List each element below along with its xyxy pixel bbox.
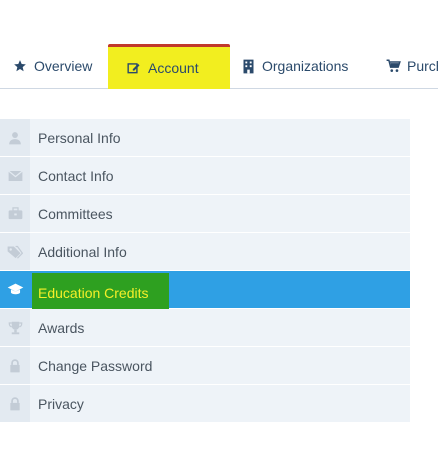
menu-item-additional-info[interactable]: Additional Info — [0, 233, 410, 270]
menu-item-label: Personal Info — [38, 129, 121, 146]
briefcase-icon — [8, 207, 23, 220]
menu-item-education-credits[interactable]: Education Credits — [0, 271, 410, 313]
tab-account[interactable]: Account — [108, 44, 230, 89]
user-icon — [8, 131, 22, 145]
menu-item-label: Change Password — [38, 357, 153, 374]
tab-account-label: Account — [148, 60, 199, 76]
menu-item-label: Education Credits — [32, 272, 169, 313]
menu-item-label: Committees — [38, 205, 113, 222]
menu-item-awards[interactable]: Awards — [0, 309, 410, 346]
lock-icon — [9, 358, 21, 373]
star-icon — [12, 58, 28, 74]
tab-purchases[interactable]: Purch — [385, 44, 438, 88]
tab-organizations-label: Organizations — [262, 58, 349, 74]
cart-icon — [385, 58, 401, 74]
tab-overview[interactable]: Overview — [12, 44, 92, 88]
menu-item-label: Contact Info — [38, 167, 114, 184]
account-side-menu: Personal Info Contact Info Committees Ad… — [0, 119, 410, 423]
menu-item-change-password[interactable]: Change Password — [0, 347, 410, 384]
account-tabs: Overview Account Organizations Purc — [0, 44, 438, 89]
building-icon — [240, 58, 256, 74]
tab-purchases-label: Purch — [407, 58, 438, 74]
tab-overview-label: Overview — [34, 58, 93, 74]
menu-item-committees[interactable]: Committees — [0, 195, 410, 232]
menu-item-contact-info[interactable]: Contact Info — [0, 157, 410, 194]
menu-item-label: Privacy — [38, 395, 84, 412]
tags-icon — [7, 245, 23, 259]
envelope-icon — [7, 170, 23, 182]
menu-item-label: Additional Info — [38, 243, 127, 260]
tab-organizations[interactable]: Organizations — [240, 44, 348, 88]
menu-item-privacy[interactable]: Privacy — [0, 385, 410, 422]
trophy-icon — [8, 321, 23, 335]
menu-item-personal-info[interactable]: Personal Info — [0, 119, 410, 156]
graduation-cap-icon — [7, 283, 24, 296]
lock-icon — [9, 396, 21, 411]
menu-item-label: Awards — [38, 319, 85, 336]
edit-icon — [126, 60, 142, 76]
